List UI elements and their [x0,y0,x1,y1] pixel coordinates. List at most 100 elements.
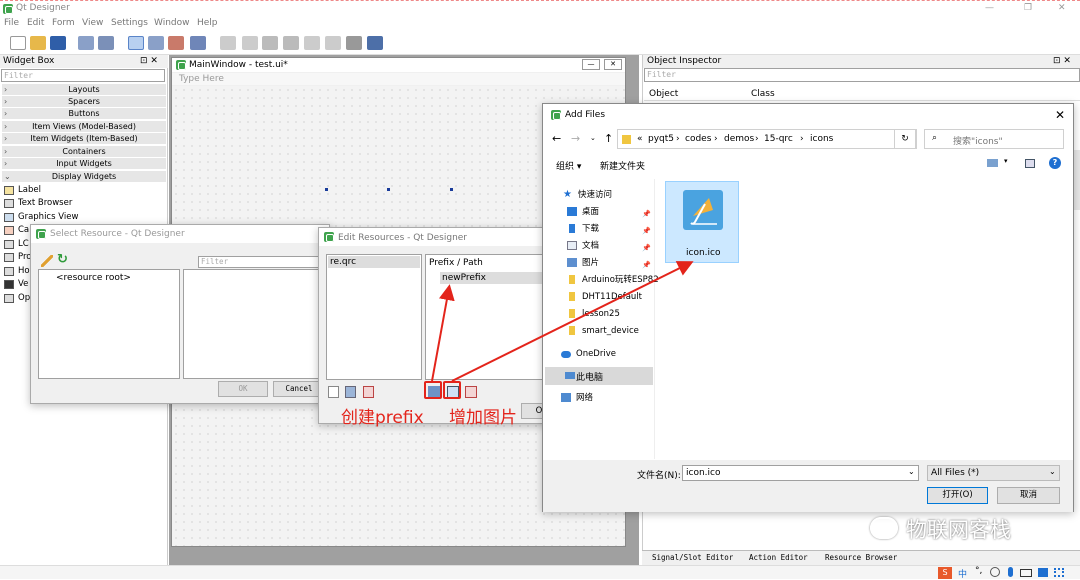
category-layouts[interactable]: › Layouts [2,84,166,96]
new-file-icon[interactable] [328,386,339,398]
qrc-file-item[interactable]: re.qrc [328,256,420,268]
break-layout-icon[interactable] [346,36,362,50]
col-object[interactable]: Object [649,89,678,99]
layout-horizontal-icon[interactable] [220,36,236,50]
new-file-icon[interactable] [10,36,26,50]
category-item-widgets[interactable]: › Item Widgets (Item-Based) [2,133,166,145]
selection-handle[interactable] [387,188,390,191]
view-dropdown-icon[interactable]: ▾ [1004,157,1008,165]
nav-downloads[interactable]: 下载 📌 [567,221,651,237]
select-resource-filter[interactable]: Filter [198,256,328,268]
save-icon[interactable] [50,36,66,50]
menu-settings[interactable]: Settings [111,18,148,28]
category-containers[interactable]: › Containers [2,146,166,158]
tab-resource-browser[interactable]: Resource Browser [825,553,897,562]
type-here-label[interactable]: Type Here [179,74,224,84]
prefix-item[interactable]: newPrefix [440,272,550,284]
edit-resources-pencil-icon[interactable] [41,255,53,267]
cancel-button[interactable]: 取消 [997,487,1060,504]
save-file-icon[interactable] [345,386,356,398]
remove-file-icon[interactable] [363,386,374,398]
path-overflow[interactable]: « [637,134,643,144]
nav-documents[interactable]: 文档 📌 [567,238,651,254]
shirt-icon[interactable] [1038,568,1048,577]
adjust-size-icon[interactable] [367,36,383,50]
object-inspector-filter[interactable]: Filter [644,68,1080,82]
path-15qrc[interactable]: 15-qrc [764,134,793,144]
category-item-views[interactable]: › Item Views (Model-Based) [2,121,166,133]
restore-button[interactable]: ❐ [1024,3,1032,13]
remove-prefix-icon[interactable] [465,386,477,398]
file-type-select[interactable]: All Files (*) ⌄ [927,465,1060,481]
bring-front-icon[interactable] [78,36,94,50]
emoji-icon[interactable] [990,567,1000,577]
ime-chinese-icon[interactable]: 中 [958,567,970,580]
selection-handle[interactable] [450,188,453,191]
path-pyqt5[interactable]: pyqt5 [648,134,674,144]
nav-desktop[interactable]: 桌面 📌 [567,204,651,220]
address-bar[interactable]: « pyqt5 › codes › demos › 15-qrc › icons… [617,129,917,149]
menu-form[interactable]: Form [52,18,75,28]
up-arrow-icon[interactable]: ↑ [604,132,613,145]
widget-box-filter[interactable]: Filter [1,69,165,82]
organize-menu[interactable]: 组织 ▾ [556,159,581,172]
close-button[interactable]: ✕ [1058,3,1066,13]
category-display-widgets[interactable]: ⌄ Display Widgets [2,171,166,183]
form-close-button[interactable]: ✕ [604,59,622,70]
layout-h-splitter-icon[interactable] [262,36,278,50]
layout-v-splitter-icon[interactable] [283,36,299,50]
path-codes[interactable]: codes [685,134,711,144]
recent-dropdown-icon[interactable]: ⌄ [590,134,596,142]
object-inspector-dock-controls[interactable]: ⊡ ✕ [1053,56,1071,66]
form-minimize-button[interactable]: — [582,59,600,70]
input-method-logo-icon[interactable]: S [938,567,952,579]
search-box[interactable]: ⌕ 搜索"icons" [924,129,1064,149]
help-icon[interactable]: ? [1049,157,1061,169]
minimize-button[interactable]: — [985,3,994,13]
layout-form-icon[interactable] [325,36,341,50]
grid-menu-icon[interactable] [1054,568,1064,577]
menu-window[interactable]: Window [154,18,190,28]
col-class[interactable]: Class [751,89,775,99]
path-icons[interactable]: icons [810,134,833,144]
microphone-icon[interactable] [1008,567,1013,577]
punctuation-icon[interactable]: °, [975,566,982,576]
back-arrow-icon[interactable]: ← [552,132,561,145]
menu-help[interactable]: Help [197,18,218,28]
tab-action-editor[interactable]: Action Editor [749,553,808,562]
widget-box-dock-controls[interactable]: ⊡ ✕ [140,56,158,66]
reload-icon[interactable]: ↻ [57,252,68,267]
file-tile-icon-ico[interactable]: icon.ico [665,181,739,263]
refresh-button[interactable]: ↻ [894,129,916,149]
category-spacers[interactable]: › Spacers [2,96,166,108]
nav-this-pc[interactable]: 此电脑 [545,367,653,385]
open-folder-icon[interactable] [30,36,46,50]
preview-pane-icon[interactable] [1025,159,1035,168]
path-demos[interactable]: demos [724,134,754,144]
menu-file[interactable]: File [4,18,19,28]
menu-view[interactable]: View [82,18,103,28]
menu-edit[interactable]: Edit [27,18,44,28]
send-back-icon[interactable] [98,36,114,50]
prefix-tree[interactable]: Prefix / Path newPrefix [425,254,555,380]
select-resource-ok-button[interactable]: OK [218,381,268,397]
layout-vertical-icon[interactable] [242,36,258,50]
edit-widgets-icon[interactable] [128,36,144,50]
open-button[interactable]: 打开(O) [927,487,988,504]
edit-signals-icon[interactable] [148,36,164,50]
edit-buddies-icon[interactable] [168,36,184,50]
layout-grid-icon[interactable] [304,36,320,50]
selection-handle[interactable] [325,188,328,191]
add-files-close-button[interactable]: ✕ [1055,108,1065,122]
keyboard-icon[interactable] [1020,569,1032,577]
forward-arrow-icon[interactable]: → [571,132,580,145]
category-buttons[interactable]: › Buttons [2,108,166,120]
resource-root-item[interactable]: <resource root> [56,273,131,283]
qrc-file-list[interactable]: re.qrc [326,254,422,380]
view-options-icon[interactable] [987,159,998,167]
tab-signal-slot-editor[interactable]: Signal/Slot Editor [652,553,733,562]
resource-file-list[interactable] [183,269,328,379]
category-input-widgets[interactable]: › Input Widgets [2,158,166,170]
edit-tab-order-icon[interactable] [190,36,206,50]
filename-dropdown-icon[interactable]: ⌄ [908,467,915,476]
